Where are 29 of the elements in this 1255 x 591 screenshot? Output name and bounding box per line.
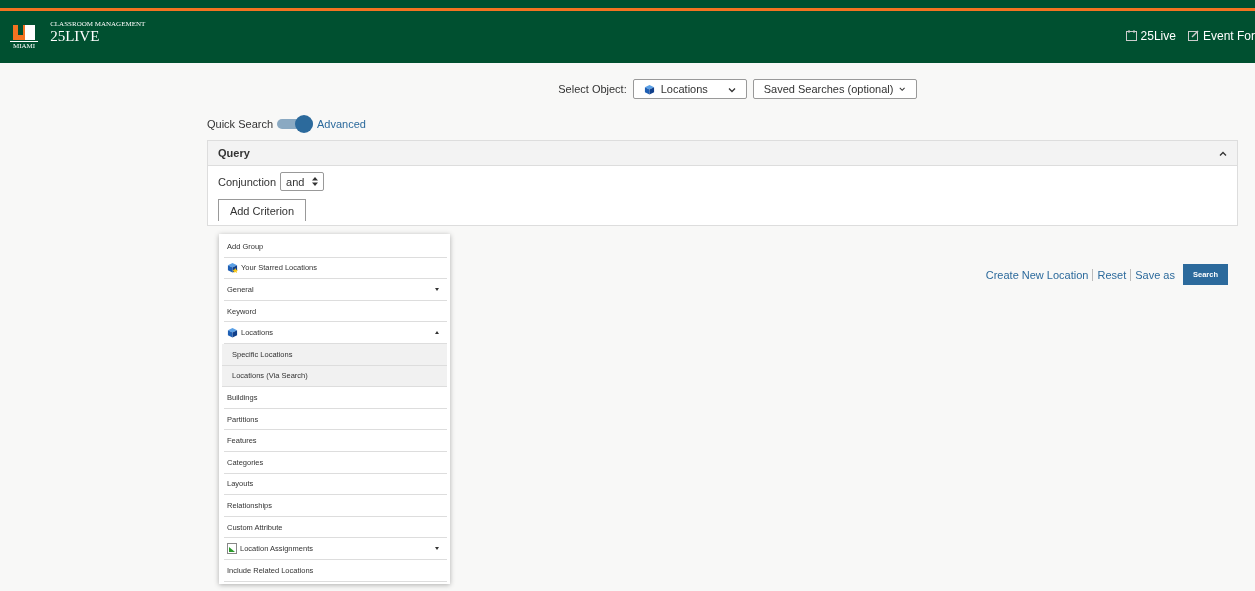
action-link[interactable]: Save as	[1130, 268, 1179, 281]
stepper-icon	[312, 177, 319, 186]
document-icon	[227, 543, 237, 555]
select-object-label: Select Object:	[558, 83, 627, 95]
header-link[interactable]: Event For	[1187, 28, 1255, 43]
panel-title: Query	[218, 147, 250, 159]
action-link[interactable]: Create New Location	[981, 268, 1093, 281]
advanced-label: Advanced	[317, 118, 366, 130]
header-link[interactable]: 25Live	[1125, 28, 1176, 43]
saved-searches-select[interactable]: Saved Searches (optional)	[752, 79, 917, 99]
collapse-chevron-icon	[1219, 150, 1227, 156]
app-title: 25LIVE	[50, 28, 101, 45]
quick-search-label: Quick Search	[207, 118, 274, 130]
logo-icon	[13, 25, 36, 40]
conjunction-label: Conjunction	[218, 175, 277, 188]
action-link[interactable]: Reset	[1092, 268, 1131, 281]
chevron-down-icon	[899, 86, 906, 92]
cube-icon	[227, 327, 238, 339]
caret-icon	[435, 288, 439, 291]
conjunction-select[interactable]: and	[280, 172, 325, 191]
add-criterion-button[interactable]: Add Criterion	[218, 199, 306, 221]
calendar-icon	[1125, 30, 1137, 41]
starred-cube-icon	[227, 262, 238, 274]
edit-icon	[1187, 30, 1199, 41]
object-select[interactable]: Locations	[632, 79, 747, 99]
caret-icon	[435, 547, 439, 551]
cube-icon	[643, 83, 655, 95]
chevron-down-icon	[727, 88, 736, 93]
caret-icon	[435, 331, 439, 335]
